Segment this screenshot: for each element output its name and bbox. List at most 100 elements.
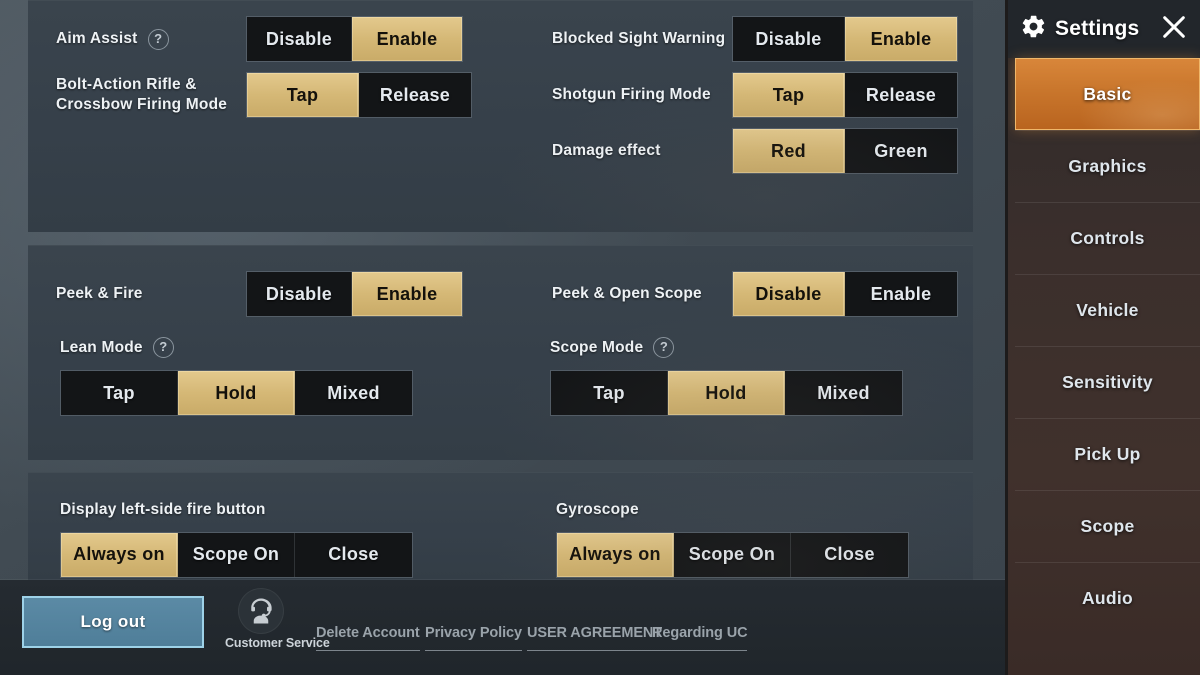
segmented-control: Disable Enable — [246, 16, 463, 62]
setting-label-group: Aim Assist? — [56, 28, 246, 50]
option-enable[interactable]: Enable — [352, 272, 462, 316]
sidebar-item-label: Vehicle — [1076, 300, 1139, 320]
help-icon[interactable]: ? — [147, 28, 169, 50]
sidebar-item-audio[interactable]: Audio — [1015, 562, 1200, 634]
setting-label-group: Peek & Open Scope — [552, 284, 732, 304]
logout-button[interactable]: Log out — [22, 596, 204, 648]
settings-screen: Aim Assist? Disable Enable Bolt-Action Rifl… — [0, 0, 1200, 675]
option-enable[interactable]: Enable — [352, 17, 462, 61]
gear-icon — [1020, 13, 1047, 45]
sidebar-item-label: Controls — [1070, 228, 1145, 248]
settings-panel-buttons: Display left-side fire button Always on Sc… — [28, 472, 973, 580]
segmented-control: Tap Hold Mixed — [550, 370, 903, 416]
setting-label: Gyroscope — [556, 501, 639, 518]
option-disable[interactable]: Disable — [247, 17, 352, 61]
footer-link-privacy-policy[interactable]: Privacy Policy — [425, 625, 522, 651]
setting-label: Scope Mode — [550, 338, 644, 356]
sidebar-item-scope[interactable]: Scope — [1015, 490, 1200, 562]
sidebar-item-basic[interactable]: Basic — [1015, 58, 1200, 130]
sidebar-item-label: Scope — [1080, 516, 1135, 536]
option-mixed[interactable]: Mixed — [785, 371, 902, 415]
footer-link-delete-account[interactable]: Delete Account — [316, 625, 420, 651]
segmented-control: Tap Hold Mixed — [60, 370, 413, 416]
option-green[interactable]: Green — [845, 129, 957, 173]
sidebar-item-vehicle[interactable]: Vehicle — [1015, 274, 1200, 346]
setting-label: Blocked Sight Warning — [552, 30, 726, 48]
setting-label: Lean Mode — [60, 338, 143, 356]
sidebar-item-pick-up[interactable]: Pick Up — [1015, 418, 1200, 490]
option-enable[interactable]: Enable — [845, 272, 957, 316]
option-enable[interactable]: Enable — [845, 17, 957, 61]
setting-row: Shotgun Firing Mode Tap Release — [552, 72, 958, 118]
logout-label: Log out — [80, 612, 146, 631]
help-icon[interactable]: ? — [152, 337, 174, 358]
settings-panel-peek: Peek & Fire Disable Enable Lean Mode? Tap Hol… — [28, 245, 973, 460]
setting-label-group: Bolt-Action Rifle & Crossbow Firing Mode — [56, 75, 246, 115]
sidebar-item-controls[interactable]: Controls — [1015, 202, 1200, 274]
sidebar-item-label: Sensitivity — [1062, 372, 1153, 392]
sidebar-item-graphics[interactable]: Graphics — [1015, 130, 1200, 202]
setting-row: Bolt-Action Rifle & Crossbow Firing Mode… — [56, 72, 472, 118]
segmented-control: Disable Enable — [732, 271, 958, 317]
setting-label-group: Gyroscope — [556, 500, 909, 520]
segmented-control: Red Green — [732, 128, 958, 174]
option-tap[interactable]: Tap — [551, 371, 668, 415]
setting-row: Aim Assist? Disable Enable — [56, 16, 463, 62]
footer-link-regarding-uc[interactable]: Regarding UC — [652, 625, 748, 651]
option-tap[interactable]: Tap — [733, 73, 845, 117]
option-close[interactable]: Close — [295, 532, 412, 577]
settings-sidebar: Settings Basic Graphics Controls Vehicle Sen… — [1005, 0, 1200, 675]
setting-row: Peek & Fire Disable Enable — [56, 271, 463, 317]
customer-service-button[interactable]: Customer Service — [225, 588, 330, 650]
segmented-control: Always on Scope On Close — [556, 531, 909, 578]
option-scope-on[interactable]: Scope On — [178, 532, 295, 577]
option-always-on[interactable]: Always on — [557, 532, 674, 577]
close-icon[interactable] — [1158, 11, 1190, 48]
segmented-control: Disable Enable — [732, 16, 958, 62]
setting-label-group: Damage effect — [552, 141, 732, 161]
option-tap[interactable]: Tap — [247, 73, 359, 117]
sidebar-header: Settings — [1008, 0, 1200, 58]
sidebar-title: Settings — [1055, 17, 1140, 40]
sidebar-nav: Basic Graphics Controls Vehicle Sensitivity P… — [1008, 58, 1200, 634]
option-hold[interactable]: Hold — [178, 371, 295, 415]
segmented-control: Tap Release — [732, 72, 958, 118]
option-disable[interactable]: Disable — [733, 17, 845, 61]
setting-label: Display left-side fire button — [60, 501, 266, 518]
option-red[interactable]: Red — [733, 129, 845, 173]
setting-row: Damage effect Red Green — [552, 128, 958, 174]
setting-label: Damage effect — [552, 142, 661, 160]
customer-service-label: Customer Service — [225, 636, 330, 650]
setting-label-group: Shotgun Firing Mode — [552, 85, 732, 105]
footer-bar: Log out Customer Service Delete Account P… — [0, 580, 1005, 675]
setting-label-group: Peek & Fire — [56, 284, 246, 304]
segmented-control: Disable Enable — [246, 271, 463, 317]
setting-label: Peek & Fire — [56, 285, 143, 303]
setting-label: Aim Assist — [56, 30, 138, 48]
setting-label: Shotgun Firing Mode — [552, 86, 711, 104]
sidebar-item-label: Pick Up — [1074, 444, 1141, 464]
sidebar-item-label: Audio — [1081, 588, 1134, 608]
setting-label-group: Blocked Sight Warning — [552, 29, 732, 49]
option-always-on[interactable]: Always on — [61, 532, 178, 577]
sidebar-item-label: Graphics — [1068, 156, 1147, 176]
option-close[interactable]: Close — [791, 532, 908, 577]
sidebar-item-label: Basic — [1083, 83, 1132, 104]
option-tap[interactable]: Tap — [61, 371, 178, 415]
option-hold[interactable]: Hold — [668, 371, 785, 415]
settings-panel-combat: Aim Assist? Disable Enable Bolt-Action Rifl… — [28, 0, 973, 232]
option-release[interactable]: Release — [359, 73, 471, 117]
option-release[interactable]: Release — [845, 73, 957, 117]
setting-label-group: Display left-side fire button — [60, 500, 413, 520]
option-scope-on[interactable]: Scope On — [674, 532, 791, 577]
option-mixed[interactable]: Mixed — [295, 371, 412, 415]
help-icon[interactable]: ? — [653, 337, 675, 358]
setting-label-group: Scope Mode? — [550, 337, 903, 358]
footer-link-user-agreement[interactable]: USER AGREEMENT — [527, 625, 662, 651]
sidebar-item-sensitivity[interactable]: Sensitivity — [1015, 346, 1200, 418]
settings-content: Aim Assist? Disable Enable Bolt-Action Rifl… — [0, 0, 1005, 675]
setting-row: Scope Mode? Tap Hold Mixed — [550, 337, 903, 416]
option-disable[interactable]: Disable — [247, 272, 352, 316]
setting-label: Peek & Open Scope — [552, 285, 702, 303]
option-disable[interactable]: Disable — [733, 272, 845, 316]
